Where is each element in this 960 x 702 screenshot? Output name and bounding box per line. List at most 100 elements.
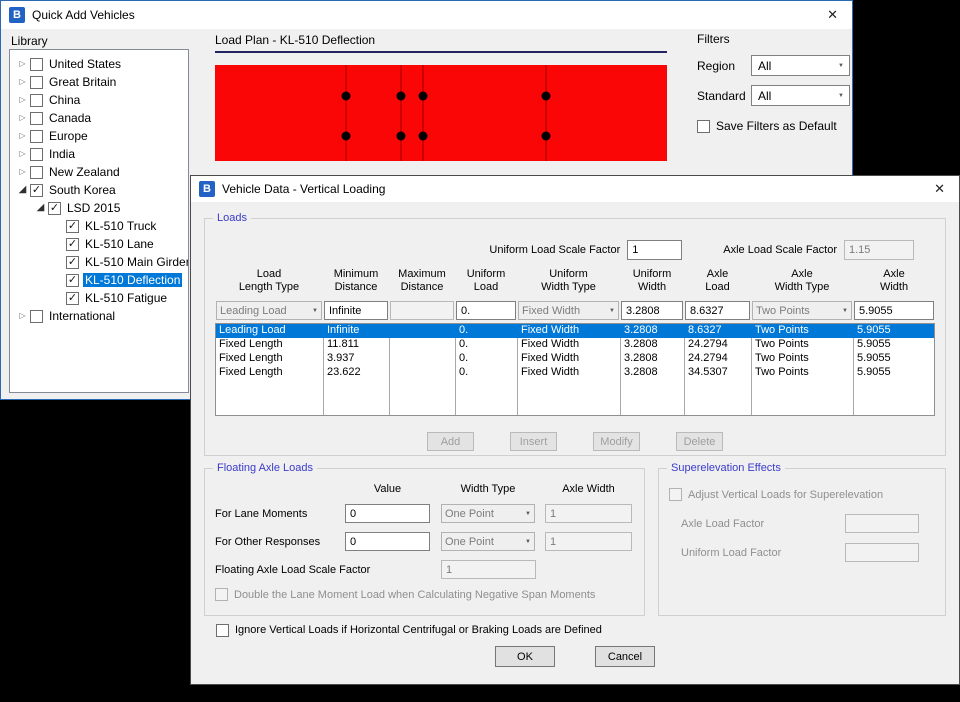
tree-item-china[interactable]: ▷ China [12, 91, 186, 109]
region-row: Region All ▼ [697, 55, 850, 76]
floating-axle-loads-label: Floating Axle Loads [213, 462, 317, 474]
ignore-vertical-loads-row: Ignore Vertical Loads if Horizontal Cent… [216, 623, 946, 637]
tree-checkbox[interactable] [30, 310, 43, 323]
lane-moments-value-field[interactable]: 0 [345, 504, 430, 523]
tree-item-label[interactable]: KL-510 Truck [83, 219, 158, 233]
expander-collapsed-icon[interactable]: ▷ [16, 109, 29, 127]
vehicle-data-titlebar[interactable]: B Vehicle Data - Vertical Loading ✕ [191, 176, 959, 202]
load-plan-canvas [215, 65, 667, 161]
tree-checkbox[interactable]: ✓ [66, 238, 79, 251]
tree-item-new-zealand[interactable]: ▷ New Zealand [12, 163, 186, 181]
expander-collapsed-icon[interactable]: ▷ [16, 145, 29, 163]
floating-axle-grid: Value Width Type Axle Width For Lane Mom… [215, 483, 644, 601]
tree-checkbox[interactable]: ✓ [30, 184, 43, 197]
tree-item-label[interactable]: Great Britain [47, 75, 118, 89]
tree-item-label[interactable]: South Korea [47, 183, 118, 197]
load-cell: 0. [456, 324, 518, 338]
tree-item-kl-510-deflection[interactable]: ✓ KL-510 Deflection [12, 271, 186, 289]
load-cell: 3.2808 [621, 338, 685, 352]
quick-add-titlebar[interactable]: B Quick Add Vehicles ✕ [1, 1, 852, 29]
tree-item-label[interactable]: KL-510 Lane [83, 237, 156, 251]
loads-table: LoadLength TypeMinimumDistanceMaximumDis… [215, 268, 935, 416]
edit-field[interactable]: 8.6327 [685, 301, 750, 320]
tree-checkbox[interactable]: ✓ [66, 256, 79, 269]
tree-item-kl-510-main-girder[interactable]: ✓ KL-510 Main Girder [12, 253, 186, 271]
tree-item-label[interactable]: LSD 2015 [65, 201, 122, 215]
close-icon[interactable]: ✕ [930, 180, 949, 198]
close-icon[interactable]: ✕ [823, 6, 842, 24]
load-row-2[interactable]: Fixed Length3.9370.Fixed Width3.280824.2… [216, 352, 934, 366]
lane-moments-axle-width-field: 1 [545, 504, 632, 523]
column-header: AxleWidth Type [751, 268, 853, 294]
tree-item-label[interactable]: Europe [47, 129, 90, 143]
tree-checkbox[interactable] [30, 58, 43, 71]
tree-item-label[interactable]: United States [47, 57, 123, 71]
tree-item-india[interactable]: ▷ India [12, 145, 186, 163]
column-header: AxleLoad [684, 268, 751, 294]
uniform-load-scale-factor-field[interactable]: 1 [627, 240, 682, 260]
expander-expanded-icon[interactable]: ◢ [16, 181, 29, 199]
tree-item-label[interactable]: Canada [47, 111, 93, 125]
tree-item-canada[interactable]: ▷ Canada [12, 109, 186, 127]
expander-collapsed-icon[interactable]: ▷ [16, 127, 29, 145]
expander-collapsed-icon[interactable]: ▷ [16, 73, 29, 91]
tree-checkbox[interactable] [30, 148, 43, 161]
tree-checkbox[interactable] [30, 130, 43, 143]
load-row-3[interactable]: Fixed Length23.6220.Fixed Width3.280834.… [216, 366, 934, 380]
other-responses-value-field[interactable]: 0 [345, 532, 430, 551]
uniform-load-factor-label: Uniform Load Factor [681, 547, 781, 559]
tree-checkbox[interactable] [30, 166, 43, 179]
edit-field[interactable]: 5.9055 [854, 301, 934, 320]
tree-item-label[interactable]: International [47, 309, 117, 323]
chevron-down-icon: ▼ [839, 308, 851, 314]
tree-item-label[interactable]: India [47, 147, 77, 161]
expander-collapsed-icon[interactable]: ▷ [16, 55, 29, 73]
tree-item-kl-510-truck[interactable]: ✓ KL-510 Truck [12, 217, 186, 235]
cancel-button[interactable]: Cancel [595, 646, 655, 667]
load-row-0[interactable]: Leading LoadInfinite0.Fixed Width3.28088… [216, 324, 934, 338]
tree-checkbox[interactable] [30, 112, 43, 125]
tree-item-label[interactable]: KL-510 Deflection [83, 273, 182, 287]
axle-dot [342, 92, 351, 101]
axle-dot [342, 132, 351, 141]
tree-checkbox[interactable]: ✓ [66, 292, 79, 305]
tree-checkbox[interactable]: ✓ [66, 274, 79, 287]
tree-checkbox[interactable]: ✓ [48, 202, 61, 215]
save-filters-checkbox[interactable] [697, 120, 710, 133]
tree-item-south-korea[interactable]: ◢✓ South Korea [12, 181, 186, 199]
tree-item-label[interactable]: New Zealand [47, 165, 122, 179]
tree-checkbox[interactable] [30, 76, 43, 89]
library-tree[interactable]: ▷ United States ▷ Great Britain ▷ China ▷ Canad… [9, 49, 189, 393]
tree-item-great-britain[interactable]: ▷ Great Britain [12, 73, 186, 91]
edit-field[interactable]: 3.2808 [621, 301, 683, 320]
tree-item-label[interactable]: KL-510 Fatigue [83, 291, 169, 305]
standard-select[interactable]: All ▼ [751, 85, 850, 106]
expander-expanded-icon[interactable]: ◢ [34, 199, 47, 217]
tree-item-kl-510-lane[interactable]: ✓ KL-510 Lane [12, 235, 186, 253]
tree-item-kl-510-fatigue[interactable]: ✓ KL-510 Fatigue [12, 289, 186, 307]
tree-item-label[interactable]: KL-510 Main Girder [83, 255, 189, 269]
tree-item-lsd-2015[interactable]: ◢✓ LSD 2015 [12, 199, 186, 217]
edit-cell: Fixed Width▼ [517, 301, 620, 320]
expander-collapsed-icon[interactable]: ▷ [16, 307, 29, 325]
loads-table-body[interactable]: Leading LoadInfinite0.Fixed Width3.28088… [215, 323, 935, 416]
region-select[interactable]: All ▼ [751, 55, 850, 76]
ignore-vertical-loads-checkbox[interactable] [216, 624, 229, 637]
load-cell: 0. [456, 352, 518, 366]
vehicle-data-content: Loads Uniform Load Scale Factor 1 Axle L… [191, 218, 959, 702]
load-cell: Leading Load [216, 324, 324, 338]
modify-button: Modify [593, 432, 640, 451]
expander-collapsed-icon[interactable]: ▷ [16, 163, 29, 181]
edit-field[interactable]: Infinite [324, 301, 388, 320]
tree-item-europe[interactable]: ▷ Europe [12, 127, 186, 145]
load-row-1[interactable]: Fixed Length11.8110.Fixed Width3.280824.… [216, 338, 934, 352]
tree-checkbox[interactable]: ✓ [66, 220, 79, 233]
expander-collapsed-icon[interactable]: ▷ [16, 91, 29, 109]
edit-field[interactable]: 0. [456, 301, 516, 320]
tree-item-label[interactable]: China [47, 93, 82, 107]
ok-button[interactable]: OK [495, 646, 555, 667]
axle-dot [397, 132, 406, 141]
tree-item-united-states[interactable]: ▷ United States [12, 55, 186, 73]
tree-checkbox[interactable] [30, 94, 43, 107]
tree-item-international[interactable]: ▷ International [12, 307, 186, 325]
